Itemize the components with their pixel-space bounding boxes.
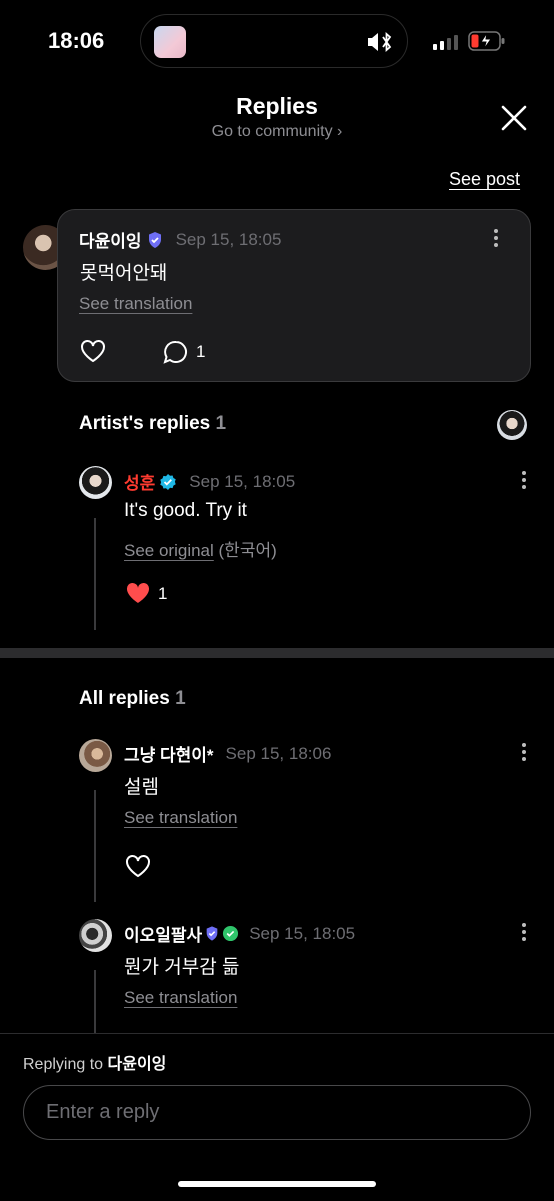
reply-count: 1 bbox=[196, 342, 206, 361]
status-time: 18:06 bbox=[48, 28, 105, 53]
all-replies-heading: All replies 1 bbox=[79, 688, 186, 709]
reply-text: It's good. Try it bbox=[124, 500, 247, 521]
fan-badge-icon bbox=[223, 925, 239, 942]
now-playing-thumbnail bbox=[154, 26, 186, 58]
comment-icon[interactable] bbox=[163, 340, 189, 364]
reply-header: 성훈 Sep 15, 18:05 bbox=[124, 469, 295, 494]
heart-filled-icon[interactable] bbox=[125, 581, 151, 605]
heart-icon[interactable] bbox=[125, 854, 151, 878]
go-to-community-link[interactable]: Go to community › bbox=[0, 123, 554, 141]
avatar[interactable] bbox=[79, 739, 112, 772]
author-name[interactable]: 다윤이잉 bbox=[79, 227, 142, 252]
home-indicator[interactable] bbox=[178, 1181, 376, 1187]
thread-line bbox=[94, 970, 96, 1040]
comment-timestamp: Sep 15, 18:05 bbox=[175, 229, 282, 249]
author-name[interactable]: 이오일팔사 bbox=[124, 921, 202, 946]
reply-input[interactable] bbox=[23, 1085, 531, 1140]
more-options-icon[interactable] bbox=[522, 923, 526, 944]
see-translation-link[interactable]: See translation bbox=[124, 808, 237, 828]
more-options-icon[interactable] bbox=[522, 743, 526, 764]
avatar[interactable] bbox=[79, 919, 112, 952]
original-language-row: See original (한국어) bbox=[124, 536, 277, 561]
see-translation-link[interactable]: See translation bbox=[124, 988, 237, 1008]
close-icon[interactable] bbox=[498, 102, 530, 134]
reply-header: 이오일팔사 Sep 15, 18:05 bbox=[124, 921, 355, 946]
reply-timestamp: Sep 15, 18:05 bbox=[249, 923, 356, 943]
cellular-signal-icon bbox=[433, 35, 458, 50]
reply-header: 그냥 다현이* Sep 15, 18:06 bbox=[124, 741, 331, 766]
section-divider bbox=[0, 648, 554, 658]
comment-text: 못먹어안돼 bbox=[80, 263, 168, 284]
artist-replies-heading: Artist's replies 1 bbox=[79, 413, 227, 434]
reply-text: 설렘 bbox=[124, 777, 159, 798]
comment-header: 다윤이잉 Sep 15, 18:05 bbox=[79, 227, 281, 252]
reply-text: 뭔가 거부감 듦 bbox=[124, 957, 240, 978]
heart-icon[interactable] bbox=[80, 339, 106, 363]
see-post-link[interactable]: See post bbox=[449, 169, 520, 190]
like-count: 1 bbox=[158, 584, 168, 603]
artist-avatar[interactable] bbox=[497, 410, 527, 440]
reply-timestamp: Sep 15, 18:05 bbox=[189, 471, 296, 491]
thread-line bbox=[94, 790, 96, 902]
original-language: (한국어) bbox=[218, 541, 277, 560]
verified-badge-icon bbox=[148, 231, 161, 248]
reply-timestamp: Sep 15, 18:06 bbox=[225, 743, 332, 763]
thread-line bbox=[94, 518, 96, 630]
see-translation-link[interactable]: See translation bbox=[79, 294, 192, 314]
page-title: Replies bbox=[236, 93, 318, 119]
avatar[interactable] bbox=[79, 466, 112, 499]
more-options-icon[interactable] bbox=[494, 229, 498, 250]
verified-badge-icon bbox=[206, 926, 218, 941]
battery-charging-icon bbox=[468, 31, 505, 51]
see-original-link[interactable]: See original bbox=[124, 541, 214, 560]
verified-check-icon bbox=[160, 473, 176, 490]
author-name[interactable]: 성훈 bbox=[124, 469, 155, 494]
more-options-icon[interactable] bbox=[522, 471, 526, 492]
replying-to-label: Replying to 다윤이잉 bbox=[23, 1056, 167, 1073]
author-name[interactable]: 그냥 다현이* bbox=[124, 741, 214, 766]
speaker-bluetooth-icon bbox=[368, 32, 392, 52]
